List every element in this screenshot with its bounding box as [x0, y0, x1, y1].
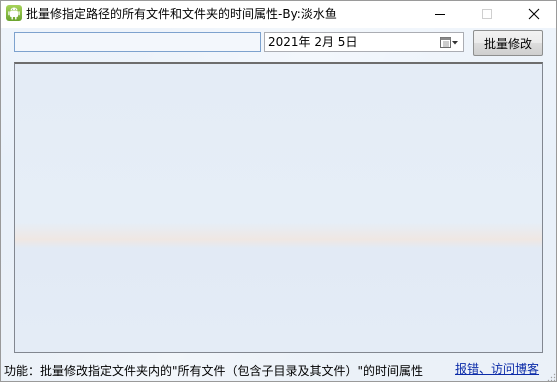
maximize-icon: [482, 9, 492, 19]
calendar-dropdown-icon[interactable]: [439, 36, 459, 49]
resize-grip-icon[interactable]: [546, 371, 556, 382]
close-button[interactable]: [511, 0, 557, 28]
minimize-button[interactable]: [417, 0, 463, 28]
date-picker[interactable]: 2021年 2月 5日: [264, 32, 464, 52]
android-icon: [6, 5, 22, 21]
main-window: 批量修指定路径的所有文件和文件夹的时间属性-By:淡水鱼 2021年 2月 5日: [0, 0, 557, 382]
title-bar[interactable]: 批量修指定路径的所有文件和文件夹的时间属性-By:淡水鱼: [0, 0, 557, 28]
log-output-area[interactable]: [14, 62, 543, 353]
function-description: 功能：批量修改指定文件夹内的"所有文件（包含子目录及其文件）"的时间属性: [4, 364, 424, 378]
date-value[interactable]: 2021年 2月 5日: [268, 35, 357, 50]
batch-modify-button[interactable]: 批量修改: [473, 30, 543, 56]
minimize-icon: [435, 14, 445, 15]
folder-path-input[interactable]: [14, 32, 261, 52]
window-title: 批量修指定路径的所有文件和文件夹的时间属性-By:淡水鱼: [26, 7, 337, 21]
client-area: 2021年 2月 5日 批量修改 功能：批量修改指定文件夹内的"所有文件（包含子…: [0, 28, 557, 382]
maximize-button[interactable]: [464, 0, 510, 28]
report-blog-link[interactable]: 报错、访问博客: [455, 361, 539, 377]
close-icon: [528, 8, 540, 20]
